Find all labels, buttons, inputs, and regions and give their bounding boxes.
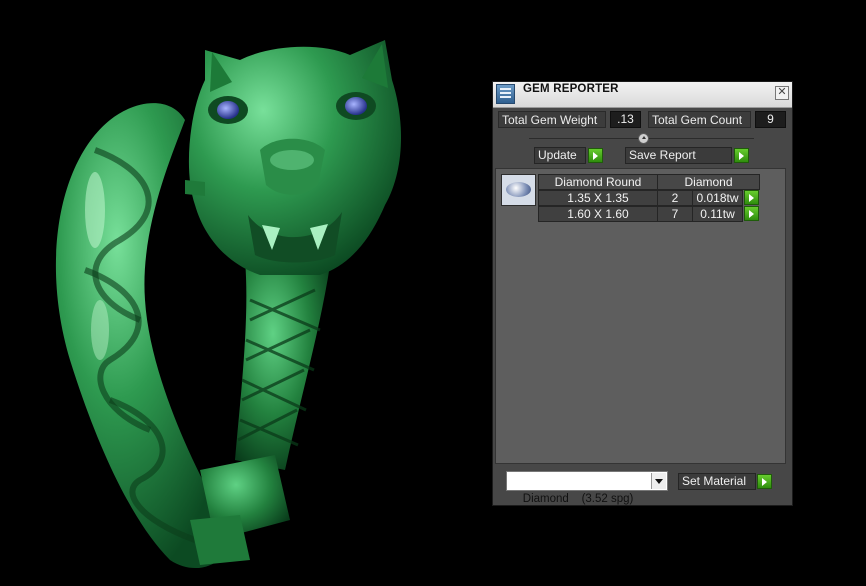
close-icon[interactable]: ✕: [775, 86, 789, 100]
gem-reporter-app-icon: [496, 84, 515, 104]
gem-weight: 0.11tw: [692, 206, 743, 222]
material-dropdown[interactable]: Diamond (3.52 spg): [506, 471, 668, 505]
update-go-icon[interactable]: [588, 148, 603, 163]
gem-size: 1.35 X 1.35: [538, 190, 658, 206]
set-material-button[interactable]: Set Material: [678, 473, 756, 490]
gem-reporter-panel: GEM REPORTER ✕ Total Gem Weight .13 Tota…: [492, 81, 793, 506]
gem-shape-header: Diamond Round: [538, 174, 658, 190]
panther-ring-model: [55, 40, 402, 569]
total-gem-weight-value: .13: [610, 111, 641, 128]
total-gem-count-label: Total Gem Count: [648, 111, 751, 128]
total-gem-count-value: 9: [755, 111, 786, 128]
round-gem-icon[interactable]: [501, 174, 536, 206]
collapse-handle-icon[interactable]: [638, 133, 649, 144]
update-button[interactable]: Update: [534, 147, 586, 164]
save-report-go-icon[interactable]: [734, 148, 749, 163]
gem-count: 7: [657, 206, 693, 222]
chevron-down-icon[interactable]: [651, 473, 666, 489]
select-gems-icon[interactable]: [744, 190, 759, 205]
material-selected-value: Diamond (3.52 spg): [522, 493, 634, 505]
gem-size: 1.60 X 1.60: [538, 206, 658, 222]
total-gem-weight-label: Total Gem Weight: [498, 111, 606, 128]
gem-count: 2: [657, 190, 693, 206]
select-gems-icon[interactable]: [744, 206, 759, 221]
title-bar[interactable]: GEM REPORTER ✕: [493, 82, 792, 108]
set-material-go-icon[interactable]: [757, 474, 772, 489]
save-report-button[interactable]: Save Report: [625, 147, 732, 164]
gem-material-header: Diamond: [657, 174, 760, 190]
gem-weight: 0.018tw: [692, 190, 743, 206]
window-title: GEM REPORTER: [523, 83, 619, 95]
